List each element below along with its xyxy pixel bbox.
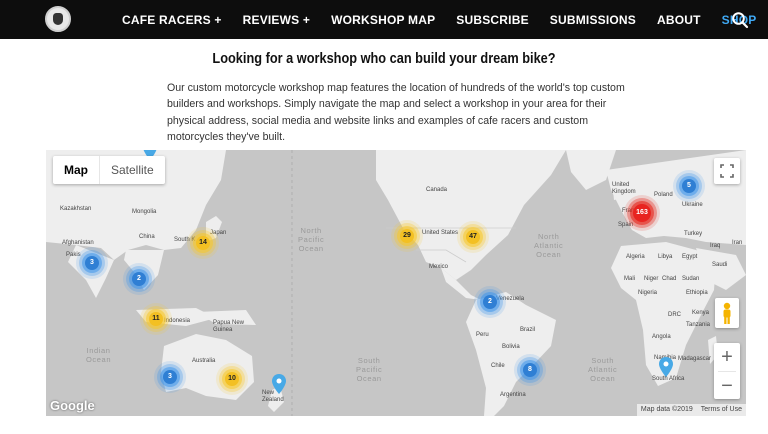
fullscreen-icon	[720, 164, 734, 178]
label-afghanistan: Afghanistan	[62, 240, 94, 246]
label-nigeria: Nigeria	[638, 290, 658, 296]
label-china: China	[139, 234, 155, 240]
label-poland: Poland	[654, 192, 673, 198]
map-type-control: Map Satellite	[53, 156, 165, 184]
label-chad: Chad	[662, 276, 677, 282]
workshop-cluster[interactable]: 3	[85, 256, 99, 270]
workshop-cluster[interactable]: 11	[149, 312, 163, 326]
ocean-indian: Indian Ocean	[86, 346, 112, 364]
workshop-cluster[interactable]: 10	[225, 372, 239, 386]
label-turkey: Turkey	[684, 231, 703, 237]
label-australia: Australia	[192, 358, 216, 364]
label-sudan: Sudan	[682, 276, 700, 282]
map-pin-icon[interactable]	[272, 374, 286, 394]
map-data-credit: Map data ©2019	[640, 406, 693, 413]
label-angola: Angola	[652, 334, 671, 340]
map-type-map-button[interactable]: Map	[53, 156, 99, 184]
ocean-south-atlantic: South Atlantic Ocean	[588, 356, 618, 383]
label-united-states: United States	[422, 230, 459, 236]
label-ukraine: Ukraine	[682, 202, 703, 208]
label-indonesia: Indonesia	[164, 318, 191, 324]
top-navigation: CAFE RACERS + REVIEWS + WORKSHOP MAP SUB…	[0, 0, 768, 39]
intro-paragraph: Our custom motorcycle workshop map featu…	[167, 82, 625, 143]
ocean-north-atlantic: North Atlantic Ocean	[534, 232, 564, 259]
label-madagascar: Madagascar	[678, 356, 712, 362]
workshop-cluster[interactable]: 14	[196, 236, 210, 250]
label-chile: Chile	[491, 363, 505, 369]
nav-submissions[interactable]: SUBMISSIONS	[550, 13, 636, 27]
nav-workshop-map[interactable]: WORKSHOP MAP	[331, 13, 435, 27]
label-libya: Libya	[658, 254, 673, 260]
workshop-cluster[interactable]: 5	[682, 179, 696, 193]
site-logo[interactable]	[45, 6, 71, 32]
label-ethiopia: Ethiopia	[686, 290, 708, 296]
street-view-button[interactable]	[715, 298, 739, 328]
label-papua: Papua New Guinea	[213, 320, 245, 333]
map-type-satellite-button[interactable]: Satellite	[99, 156, 165, 184]
world-map-landmass	[46, 150, 746, 416]
search-icon[interactable]	[731, 11, 749, 29]
ocean-south-pacific: South Pacific Ocean	[356, 356, 383, 383]
label-drc: DRC	[668, 312, 681, 318]
label-algeria: Algeria	[626, 254, 645, 260]
workshop-cluster[interactable]: 3	[163, 370, 177, 384]
label-bolivia: Bolivia	[502, 344, 520, 350]
label-venezuela: Venezuela	[496, 296, 525, 302]
label-canada: Canada	[426, 187, 448, 193]
zoom-control: + −	[714, 343, 740, 399]
pegman-icon	[723, 302, 731, 324]
workshop-cluster[interactable]: 29	[400, 229, 414, 243]
zoom-in-button[interactable]: +	[714, 343, 740, 371]
nav-subscribe[interactable]: SUBSCRIBE	[456, 13, 528, 27]
label-mongolia: Mongolia	[132, 209, 157, 215]
nav-about[interactable]: ABOUT	[657, 13, 701, 27]
page-headline: Looking for a workshop who can build you…	[212, 51, 556, 67]
label-japan: Japan	[210, 230, 227, 236]
workshop-cluster[interactable]: 2	[483, 295, 497, 309]
label-niger: Niger	[644, 276, 659, 282]
label-brazil: Brazil	[520, 327, 536, 333]
label-united-kingdom: United Kingdom	[612, 182, 636, 195]
workshop-cluster[interactable]: 2	[132, 272, 146, 286]
google-logo: Google	[50, 398, 95, 413]
nav-cafe-racers[interactable]: CAFE RACERS +	[122, 13, 222, 27]
label-tanzania: Tanzania	[686, 322, 711, 328]
ocean-north-pacific: North Pacific Ocean	[298, 226, 325, 253]
label-pakistan: Pakis	[66, 252, 81, 258]
zoom-out-button[interactable]: −	[714, 372, 740, 400]
map-attribution: Map data ©2019 Terms of Use	[636, 404, 746, 416]
label-mali: Mali	[624, 276, 636, 282]
workshop-cluster[interactable]: 47	[466, 230, 480, 244]
fullscreen-button[interactable]	[714, 158, 740, 184]
label-iran: Iran	[732, 240, 743, 246]
label-egypt: Egypt	[682, 254, 698, 260]
label-south-korea: South K	[174, 237, 196, 243]
label-mexico: Mexico	[429, 264, 449, 270]
label-iraq: Iraq	[710, 243, 721, 249]
label-saudi: Saudi	[712, 262, 728, 268]
label-spain: Spain	[618, 222, 634, 228]
workshop-map[interactable]: North Pacific Ocean North Atlantic Ocean…	[46, 150, 746, 416]
map-pin-icon[interactable]	[659, 357, 673, 377]
label-kazakhstan: Kazakhstan	[60, 206, 92, 212]
label-argentina: Argentina	[500, 392, 526, 398]
nav-reviews[interactable]: REVIEWS +	[243, 13, 310, 27]
workshop-cluster[interactable]: 8	[523, 363, 537, 377]
terms-of-use-link[interactable]: Terms of Use	[701, 404, 742, 416]
label-kenya: Kenya	[692, 310, 710, 316]
workshop-cluster[interactable]: 163	[633, 204, 651, 222]
nav-menu: CAFE RACERS + REVIEWS + WORKSHOP MAP SUB…	[122, 0, 768, 39]
helmet-icon	[53, 13, 63, 25]
label-peru: Peru	[476, 332, 489, 338]
